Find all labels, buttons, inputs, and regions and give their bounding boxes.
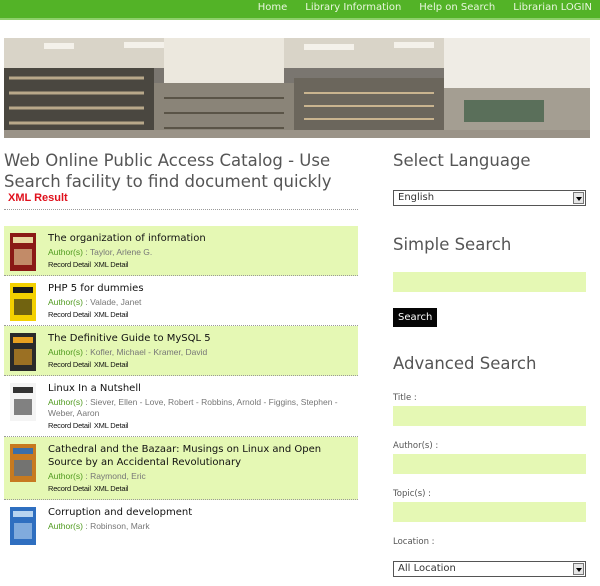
author-label: Author(s) [48, 397, 83, 407]
select-language-heading: Select Language [393, 151, 531, 170]
main-nav: Home Library Information Help on Search … [258, 2, 592, 13]
author-label: Author(s) [48, 247, 83, 257]
record-detail-link[interactable]: Record Detail [48, 484, 91, 493]
author-names: Kofler, Michael - Kramer, David [90, 347, 208, 357]
nav-home[interactable]: Home [258, 2, 288, 13]
author-names: Taylor, Arlene G. [89, 247, 153, 257]
search-button[interactable]: Search [393, 308, 438, 327]
author-label: Author(s) [48, 347, 83, 357]
result-authors: Author(s) : Robinson, Mark [48, 521, 150, 531]
author-names: Siever, Ellen - Love, Robert - Robbins, … [48, 397, 338, 418]
nav-help-on-search[interactable]: Help on Search [419, 2, 495, 13]
book-cover-mysql-icon[interactable] [10, 333, 36, 371]
language-select-value: English [398, 192, 435, 203]
location-label: Location : [393, 537, 435, 547]
result-links: Record Detail XML Detail [48, 310, 354, 319]
xml-detail-link[interactable]: XML Detail [94, 360, 129, 369]
record-detail-link[interactable]: Record Detail [48, 310, 91, 319]
result-item: The Definitive Guide to MySQL 5 Author(s… [4, 326, 358, 376]
title-field[interactable] [393, 406, 586, 426]
author-label: Author(s) : [393, 441, 439, 451]
book-cover-corruption-icon[interactable] [10, 507, 36, 545]
chevron-down-icon [573, 563, 584, 575]
author-label: Author(s) [48, 471, 83, 481]
author-field[interactable] [393, 454, 586, 474]
location-select[interactable]: All Location [393, 561, 586, 577]
book-cover-organization-icon[interactable] [10, 233, 36, 271]
page-title: Web Online Public Access Catalog - Use S… [4, 151, 332, 191]
result-item: Linux In a Nutshell Author(s) : Siever, … [4, 376, 358, 437]
book-cover-php5-icon[interactable] [10, 283, 36, 321]
language-select[interactable]: English [393, 190, 586, 206]
result-item: The organization of information Author(s… [4, 226, 358, 276]
topic-label: Topic(s) : [393, 489, 432, 499]
result-authors: Author(s) : Raymond, Eric [48, 471, 146, 481]
result-authors: Author(s) : Taylor, Arlene G. [48, 247, 153, 257]
result-item: Cathedral and the Bazaar: Musings on Lin… [4, 437, 358, 500]
result-item: Corruption and development Author(s) : R… [4, 500, 358, 545]
top-navigation-bar: Home Library Information Help on Search … [0, 0, 600, 20]
simple-search-heading: Simple Search [393, 235, 512, 254]
result-title-link[interactable]: PHP 5 for dummies [48, 282, 354, 295]
result-links: Record Detail XML Detail [48, 484, 354, 493]
result-title-link[interactable]: Corruption and development [48, 506, 354, 519]
nav-library-information[interactable]: Library Information [305, 2, 401, 13]
result-title-link[interactable]: Cathedral and the Bazaar: Musings on Lin… [48, 443, 354, 469]
location-select-value: All Location [398, 563, 456, 574]
xml-result-link[interactable]: XML Result [8, 192, 68, 204]
result-links: Record Detail XML Detail [48, 421, 354, 430]
nav-librarian-login[interactable]: Librarian LOGIN [513, 2, 592, 13]
result-authors: Author(s) : Kofler, Michael - Kramer, Da… [48, 347, 208, 357]
advanced-search-heading: Advanced Search [393, 354, 537, 373]
simple-search-input[interactable] [393, 272, 586, 292]
book-cover-linux-icon[interactable] [10, 383, 36, 421]
record-detail-link[interactable]: Record Detail [48, 260, 91, 269]
result-links: Record Detail XML Detail [48, 360, 354, 369]
result-title-link[interactable]: The organization of information [48, 232, 354, 245]
topic-field[interactable] [393, 502, 586, 522]
author-label: Author(s) [48, 521, 83, 531]
author-label: Author(s) [48, 297, 83, 307]
result-item: PHP 5 for dummies Author(s) : Valade, Ja… [4, 276, 358, 326]
record-detail-link[interactable]: Record Detail [48, 421, 91, 430]
search-results-list: The organization of information Author(s… [4, 226, 358, 545]
result-title-link[interactable]: Linux In a Nutshell [48, 382, 354, 395]
result-authors: Author(s) : Siever, Ellen - Love, Robert… [48, 397, 338, 418]
author-names: Valade, Janet [90, 297, 142, 307]
xml-detail-link[interactable]: XML Detail [94, 421, 129, 430]
book-cover-cathedral-icon[interactable] [10, 444, 36, 482]
record-detail-link[interactable]: Record Detail [48, 360, 91, 369]
divider [4, 209, 358, 210]
library-banner-image [4, 38, 590, 138]
xml-detail-link[interactable]: XML Detail [94, 484, 129, 493]
title-label: Title : [393, 393, 417, 403]
result-links: Record Detail XML Detail [48, 260, 354, 269]
author-names: Robinson, Mark [90, 521, 150, 531]
author-names: Raymond, Eric [90, 471, 146, 481]
chevron-down-icon [573, 192, 584, 204]
xml-detail-link[interactable]: XML Detail [94, 310, 129, 319]
result-title-link[interactable]: The Definitive Guide to MySQL 5 [48, 332, 354, 345]
xml-detail-link[interactable]: XML Detail [94, 260, 129, 269]
result-authors: Author(s) : Valade, Janet [48, 297, 142, 307]
